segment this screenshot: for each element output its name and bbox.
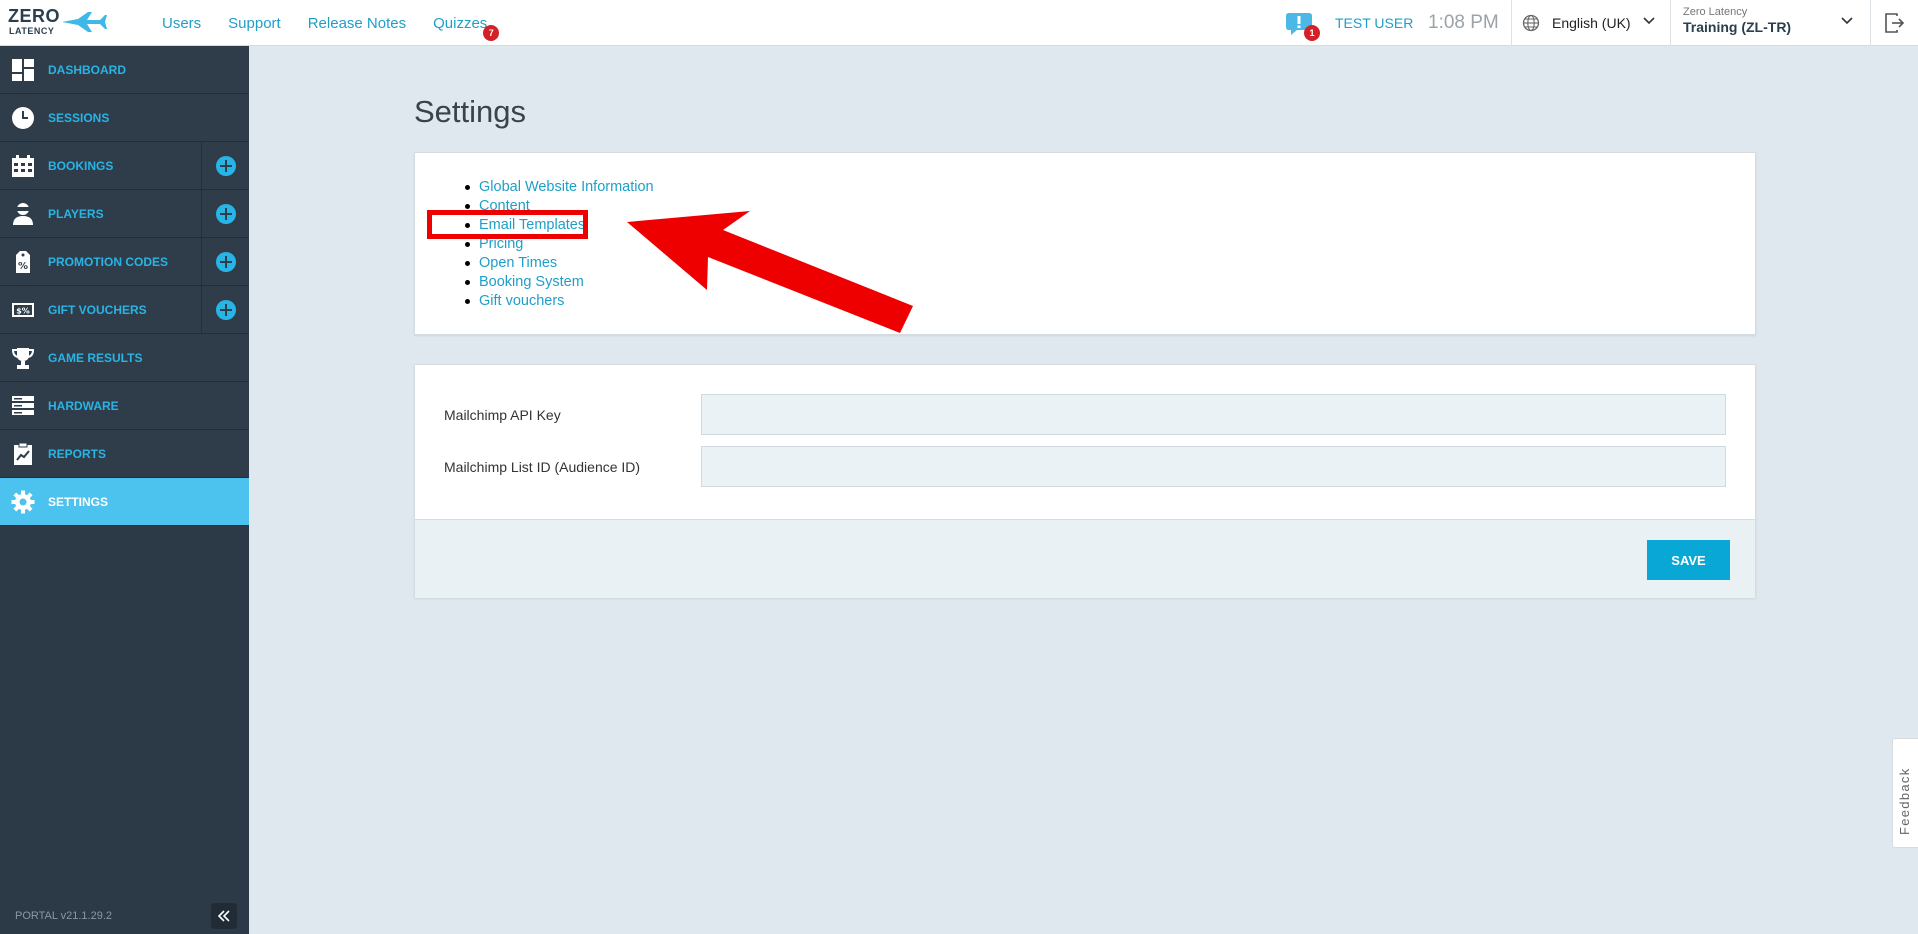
sidebar-item-reports[interactable]: REPORTS xyxy=(0,430,249,478)
trophy-icon xyxy=(10,345,36,371)
sidebar-item-sessions[interactable]: SESSIONS xyxy=(0,94,249,142)
sidebar-item-game-results[interactable]: GAME RESULTS xyxy=(0,334,249,382)
page-title: Settings xyxy=(414,94,527,129)
sidebar-item-label: SETTINGS xyxy=(48,494,109,509)
collapse-sidebar-button[interactable] xyxy=(211,903,237,929)
plus-circle-icon xyxy=(215,299,236,320)
top-bar: ZERO LATENCY Users Support Release Notes… xyxy=(0,0,1918,46)
highlight-box xyxy=(427,210,588,239)
logout-icon xyxy=(1884,13,1904,33)
mailchimp-api-input[interactable] xyxy=(701,394,1726,435)
logout-button[interactable] xyxy=(1870,0,1918,46)
svg-text:%: % xyxy=(18,261,28,272)
logo-text-line2: LATENCY xyxy=(9,26,55,36)
add-booking-button[interactable] xyxy=(201,142,249,189)
add-player-button[interactable] xyxy=(201,190,249,237)
voucher-icon: $% xyxy=(10,297,36,323)
sidebar-item-bookings[interactable]: BOOKINGS xyxy=(0,142,249,190)
sidebar-item-label: HARDWARE xyxy=(48,398,119,413)
logo-text-line1: ZERO xyxy=(8,6,61,26)
plus-circle-icon xyxy=(215,251,236,272)
sidebar-item-label: PROMOTION CODES xyxy=(48,254,169,269)
top-navigation: Users Support Release Notes Quizzes 7 xyxy=(162,0,514,46)
sidebar: DASHBOARD SESSIONS BOOKINGS PLAYERS % PR… xyxy=(0,46,249,934)
quizzes-badge: 7 xyxy=(483,24,500,41)
link-gift-vouchers[interactable]: Gift vouchers xyxy=(479,293,564,309)
nav-link-support[interactable]: Support xyxy=(228,15,281,32)
sidebar-item-dashboard[interactable]: DASHBOARD xyxy=(0,46,249,94)
plus-circle-icon xyxy=(215,203,236,224)
sidebar-item-players[interactable]: PLAYERS xyxy=(0,190,249,238)
sidebar-item-label: BOOKINGS xyxy=(48,158,114,173)
sidebar-item-promotion-codes[interactable]: % PROMOTION CODES xyxy=(0,238,249,286)
nav-link-quizzes[interactable]: Quizzes 7 xyxy=(433,14,500,41)
logo-jet-icon xyxy=(62,12,107,32)
chevron-down-icon xyxy=(1841,17,1853,25)
mailchimp-api-label: Mailchimp API Key xyxy=(444,406,561,423)
sidebar-item-settings[interactable]: SETTINGS xyxy=(0,478,249,526)
mailchimp-list-row: Mailchimp List ID (Audience ID) xyxy=(444,446,1726,487)
calendar-icon xyxy=(10,153,36,179)
svg-text:$%: $% xyxy=(16,306,30,315)
nav-link-quizzes-label: Quizzes xyxy=(433,14,488,32)
card-footer: SAVE xyxy=(415,519,1755,598)
clock-icon xyxy=(10,105,36,131)
mailchimp-list-input[interactable] xyxy=(701,446,1726,487)
language-selector[interactable]: English (UK) xyxy=(1511,0,1670,46)
sidebar-item-label: GIFT VOUCHERS xyxy=(48,302,147,317)
clock: 1:08 PM xyxy=(1428,12,1499,33)
save-button[interactable]: SAVE xyxy=(1647,540,1730,580)
link-open-times[interactable]: Open Times xyxy=(479,255,557,271)
feedback-label: Feedback xyxy=(1897,767,1912,836)
chevron-down-icon xyxy=(1643,17,1655,25)
site-selector[interactable]: Zero Latency Training (ZL-TR) xyxy=(1670,0,1870,46)
dashboard-icon xyxy=(10,57,36,83)
list-item: Global Website Information xyxy=(465,178,654,197)
nav-link-release-notes[interactable]: Release Notes xyxy=(308,15,406,32)
add-promotion-code-button[interactable] xyxy=(201,238,249,285)
sidebar-item-gift-vouchers[interactable]: $% GIFT VOUCHERS xyxy=(0,286,249,334)
link-global-website-information[interactable]: Global Website Information xyxy=(479,179,654,195)
player-icon xyxy=(10,201,36,227)
zero-latency-logo[interactable]: ZERO LATENCY xyxy=(8,6,107,38)
gear-icon xyxy=(10,489,36,515)
sidebar-item-label: REPORTS xyxy=(48,446,107,461)
red-arrow-annotation xyxy=(627,211,913,333)
user-name[interactable]: TEST USER xyxy=(1335,15,1413,31)
nav-link-users[interactable]: Users xyxy=(162,15,201,32)
link-booking-system[interactable]: Booking System xyxy=(479,274,584,290)
server-icon xyxy=(10,393,36,419)
double-chevron-left-icon xyxy=(217,910,230,922)
globe-icon xyxy=(1522,14,1540,32)
add-gift-voucher-button[interactable] xyxy=(201,286,249,333)
report-icon xyxy=(10,441,36,467)
feedback-tab[interactable]: Feedback xyxy=(1892,738,1918,848)
sidebar-item-label: SESSIONS xyxy=(48,110,110,125)
portal-version: PORTAL v21.1.29.2 xyxy=(15,910,113,922)
mailchimp-api-row: Mailchimp API Key xyxy=(444,394,1726,435)
percent-tag-icon: % xyxy=(10,249,36,275)
sidebar-item-label: GAME RESULTS xyxy=(48,350,143,365)
sidebar-item-label: PLAYERS xyxy=(48,206,104,221)
mailchimp-settings-card: Mailchimp API Key Mailchimp List ID (Aud… xyxy=(414,364,1756,598)
sidebar-item-label: DASHBOARD xyxy=(48,62,126,77)
mailchimp-list-label: Mailchimp List ID (Audience ID) xyxy=(444,458,641,475)
notifications-button[interactable]: 1 xyxy=(1285,10,1320,41)
notifications-badge: 1 xyxy=(1304,25,1320,41)
settings-links-card: Global Website Information Content Email… xyxy=(414,152,1756,335)
language-value: English (UK) xyxy=(1552,15,1631,31)
plus-circle-icon xyxy=(215,155,236,176)
sidebar-item-hardware[interactable]: HARDWARE xyxy=(0,382,249,430)
